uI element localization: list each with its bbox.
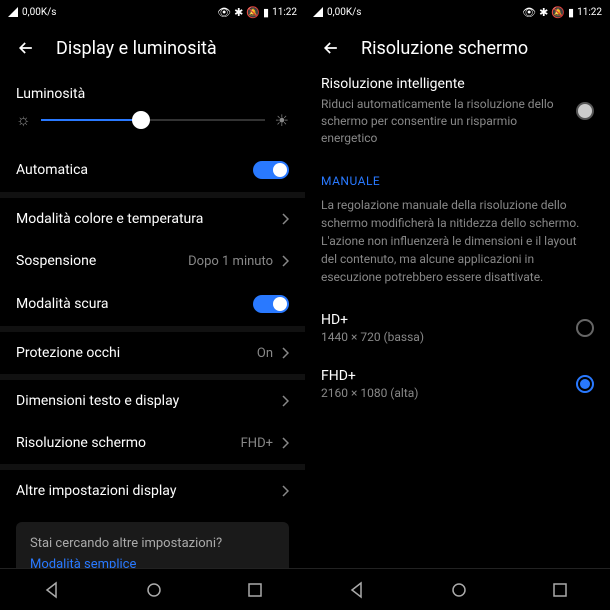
- chevron-right-icon: [281, 485, 289, 497]
- other-display-label: Altre impostazioni display: [16, 483, 176, 499]
- resolution-value: FHD+: [241, 436, 273, 451]
- chevron-right-icon: [281, 395, 289, 407]
- page-title: Display e luminosità: [56, 38, 217, 59]
- nav-recent-icon[interactable]: [552, 582, 568, 598]
- chevron-right-icon: [281, 347, 289, 359]
- eye-status-icon: 👁: [217, 6, 231, 19]
- resolution-label: Risoluzione schermo: [16, 435, 146, 451]
- back-arrow-icon[interactable]: [321, 38, 341, 58]
- brightness-slider[interactable]: [41, 119, 265, 121]
- phone-display-settings: 0,00K/s 👁 ✱ 🔕 ▮ 11:22 Display e luminosi…: [0, 0, 305, 610]
- auto-brightness-item[interactable]: Automatica: [0, 148, 305, 192]
- dark-mode-item[interactable]: Modalità scura: [0, 282, 305, 326]
- status-bar: 0,00K/s 👁 ✱ 🔕 ▮ 11:22: [305, 0, 610, 24]
- brightness-label: Luminosità: [0, 72, 305, 110]
- nav-back-icon[interactable]: [348, 581, 366, 599]
- silent-icon: 🔕: [246, 6, 260, 19]
- status-bar: 0,00K/s 👁 ✱ 🔕 ▮ 11:22: [0, 0, 305, 24]
- text-size-item[interactable]: Dimensioni testo e display: [0, 380, 305, 422]
- chevron-right-icon: [281, 213, 289, 225]
- hint-link[interactable]: Modalità semplice: [30, 557, 275, 568]
- hint-card: Stai cercando altre impostazioni? Modali…: [16, 522, 289, 568]
- bluetooth-icon: ✱: [539, 6, 548, 19]
- other-display-item[interactable]: Altre impostazioni display: [0, 470, 305, 512]
- clock: 11:22: [577, 7, 602, 18]
- eye-protection-value: On: [257, 346, 273, 361]
- net-speed: 0,00K/s: [327, 7, 361, 18]
- text-size-label: Dimensioni testo e display: [16, 393, 179, 409]
- sleep-value: Dopo 1 minuto: [188, 254, 273, 269]
- fhd-option[interactable]: FHD+ 2160 × 1080 (alta): [305, 356, 610, 412]
- signal-icon: [8, 7, 18, 17]
- eye-protection-item[interactable]: Protezione occhi On: [0, 332, 305, 374]
- nav-bar: [305, 568, 610, 610]
- hd-radio[interactable]: [576, 319, 594, 337]
- nav-bar: [0, 568, 305, 610]
- brightness-high-icon: ☀: [275, 111, 289, 130]
- sleep-item[interactable]: Sospensione Dopo 1 minuto: [0, 240, 305, 282]
- resolution-item[interactable]: Risoluzione schermo FHD+: [0, 422, 305, 464]
- phone-resolution-settings: 0,00K/s 👁 ✱ 🔕 ▮ 11:22 Risoluzione scherm…: [305, 0, 610, 610]
- manual-desc: La regolazione manuale della risoluzione…: [305, 196, 610, 300]
- eye-status-icon: 👁: [522, 6, 536, 19]
- header: Risoluzione schermo: [305, 24, 610, 72]
- color-mode-label: Modalità colore e temperatura: [16, 211, 203, 227]
- smart-res-toggle[interactable]: [576, 102, 594, 120]
- chevron-right-icon: [281, 255, 289, 267]
- fhd-title: FHD+: [321, 368, 418, 384]
- smart-res-desc: Riduci automaticamente la risoluzione de…: [321, 96, 564, 146]
- battery-icon: ▮: [263, 6, 269, 19]
- back-arrow-icon[interactable]: [16, 38, 36, 58]
- hint-question: Stai cercando altre impostazioni?: [30, 536, 275, 551]
- net-speed: 0,00K/s: [22, 7, 56, 18]
- silent-icon: 🔕: [551, 6, 565, 19]
- sleep-label: Sospensione: [16, 253, 96, 269]
- auto-brightness-label: Automatica: [16, 162, 88, 178]
- eye-protection-label: Protezione occhi: [16, 345, 120, 361]
- nav-recent-icon[interactable]: [247, 582, 263, 598]
- signal-icon: [313, 7, 323, 17]
- color-mode-item[interactable]: Modalità colore e temperatura: [0, 198, 305, 240]
- nav-back-icon[interactable]: [43, 581, 61, 599]
- nav-home-icon[interactable]: [451, 582, 467, 598]
- dark-mode-label: Modalità scura: [16, 296, 109, 312]
- hd-title: HD+: [321, 312, 424, 328]
- header: Display e luminosità: [0, 24, 305, 72]
- brightness-low-icon: ☼: [16, 110, 31, 130]
- hd-sub: 1440 × 720 (bassa): [321, 330, 424, 344]
- fhd-radio[interactable]: [576, 375, 594, 393]
- fhd-sub: 2160 × 1080 (alta): [321, 386, 418, 400]
- nav-home-icon[interactable]: [146, 582, 162, 598]
- dark-mode-toggle[interactable]: [253, 295, 289, 313]
- slider-thumb[interactable]: [132, 111, 150, 129]
- smart-res-title: Risoluzione intelligente: [321, 76, 564, 92]
- clock: 11:22: [272, 7, 297, 18]
- manual-header: MANUALE: [305, 160, 610, 196]
- bluetooth-icon: ✱: [234, 6, 243, 19]
- battery-icon: ▮: [568, 6, 574, 19]
- page-title: Risoluzione schermo: [361, 38, 528, 59]
- chevron-right-icon: [281, 437, 289, 449]
- auto-brightness-toggle[interactable]: [253, 161, 289, 179]
- hd-option[interactable]: HD+ 1440 × 720 (bassa): [305, 300, 610, 356]
